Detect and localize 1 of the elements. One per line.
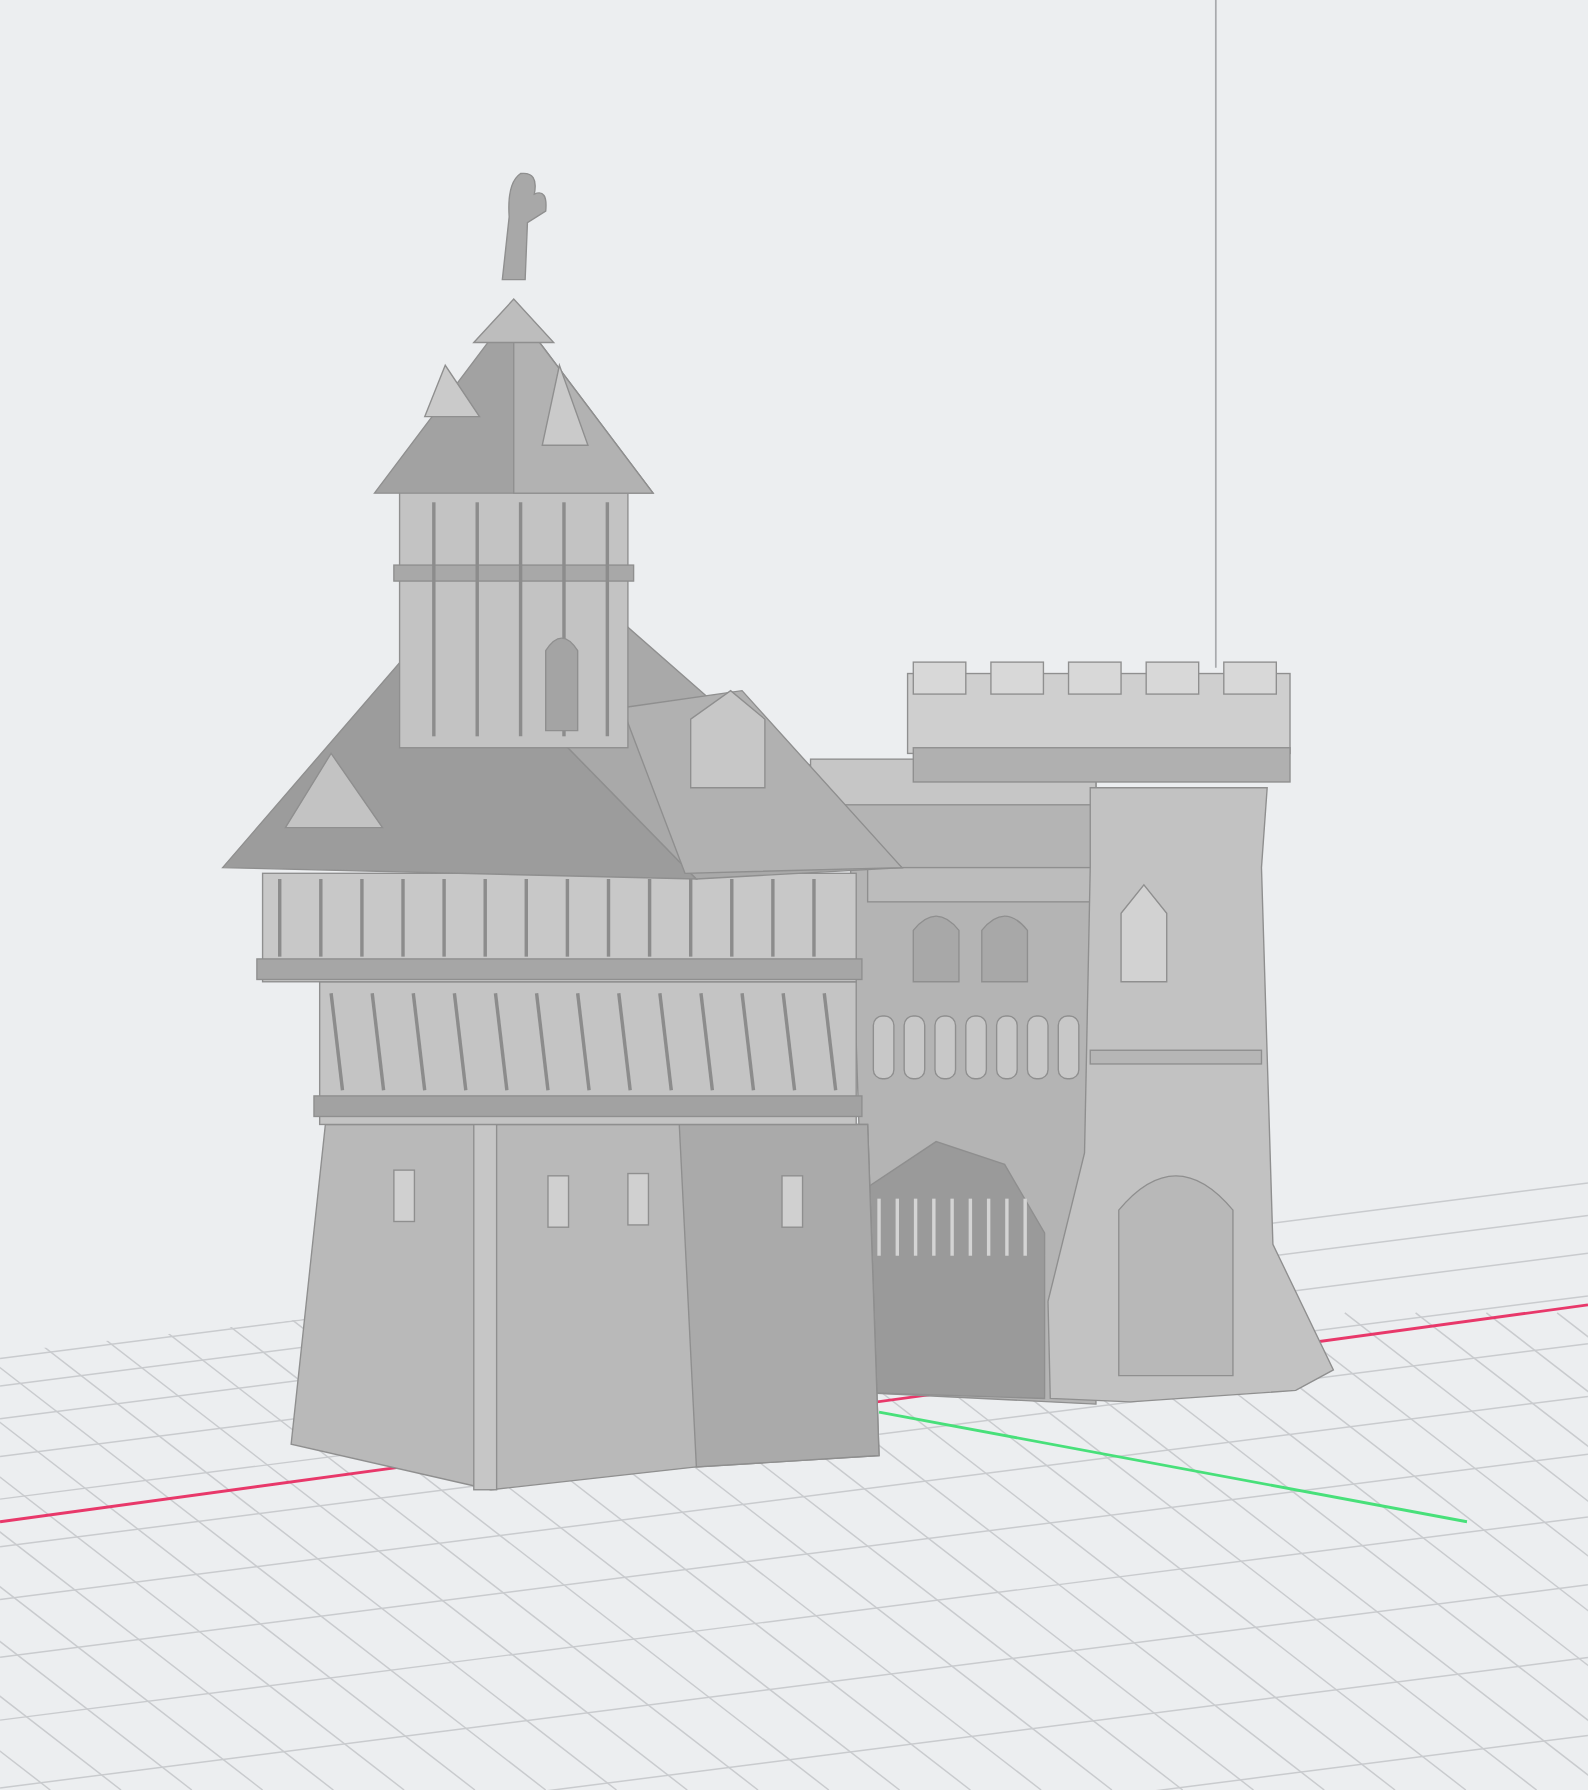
3d-viewport[interactable]: [0, 0, 1588, 1790]
